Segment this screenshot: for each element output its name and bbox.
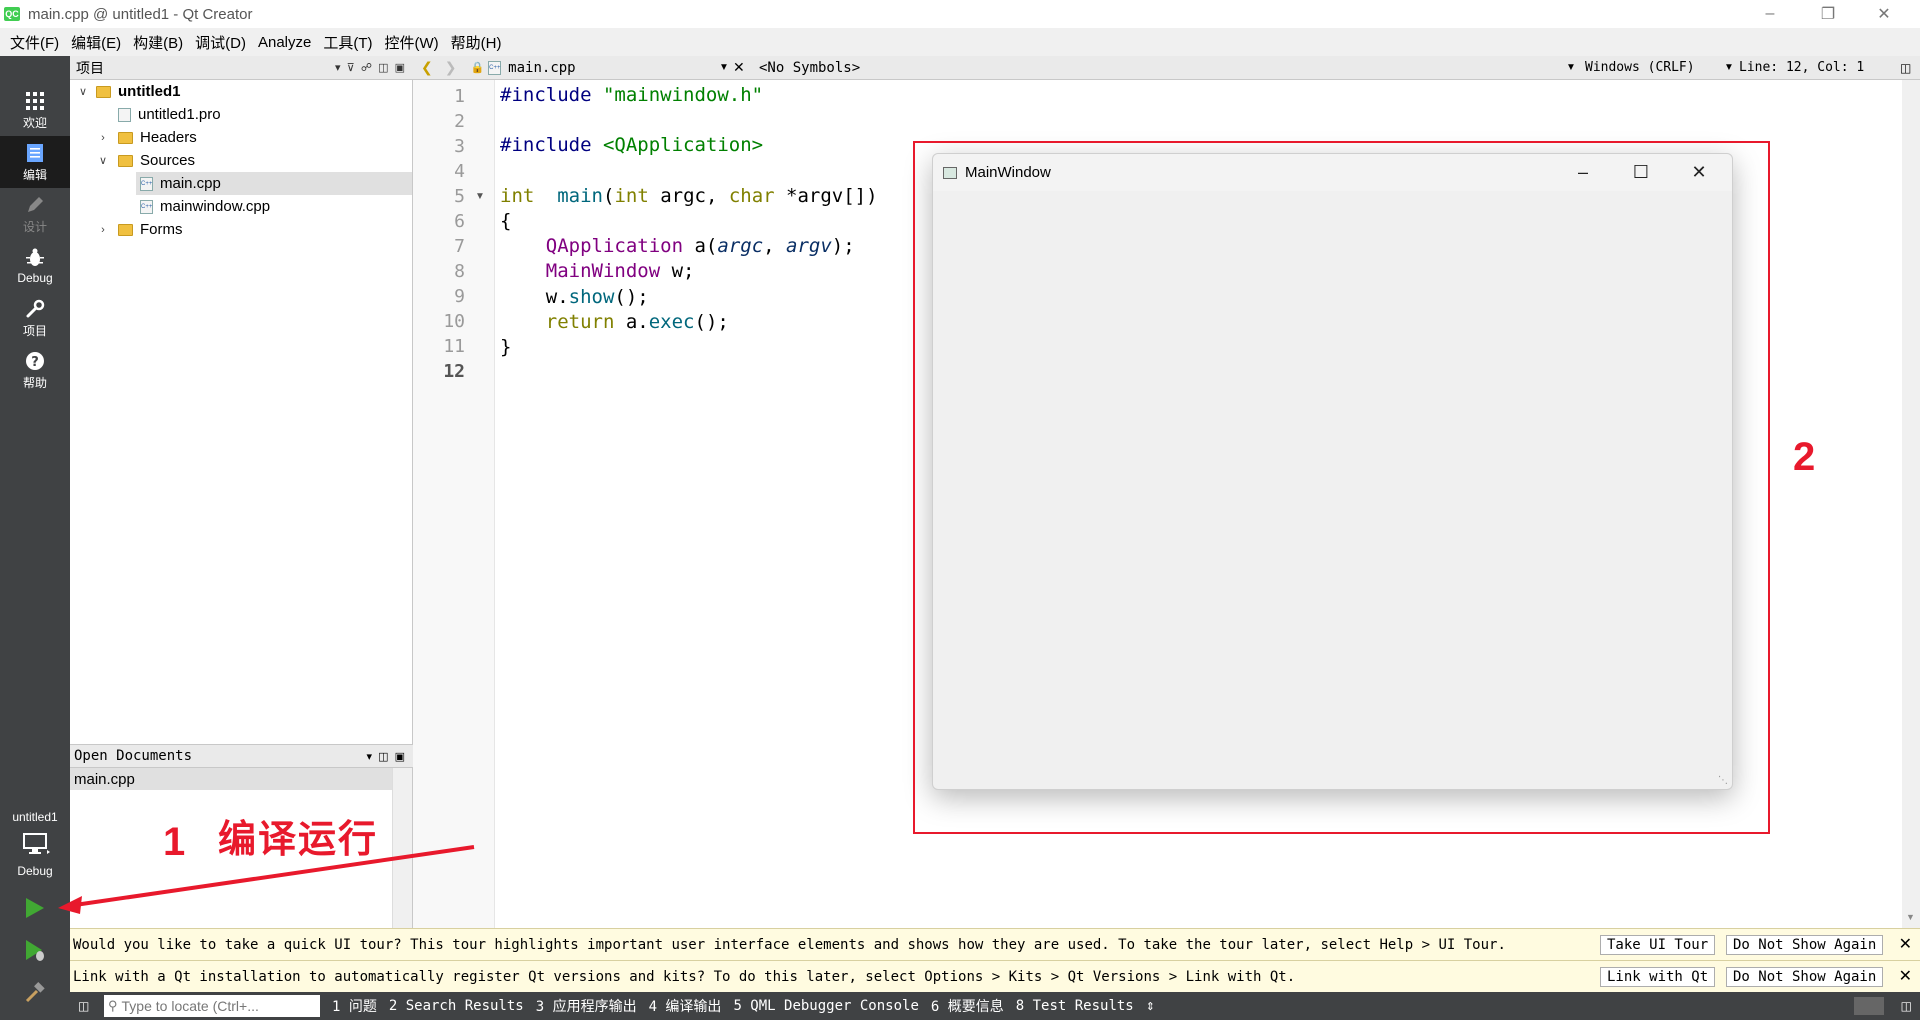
annotation-arrow [58, 845, 475, 914]
link-qt-message: Link with a Qt installation to automatic… [73, 968, 1296, 985]
do-not-show-again-button[interactable]: Do Not Show Again [1726, 935, 1884, 955]
link-with-qt-button[interactable]: Link with Qt [1600, 967, 1716, 987]
do-not-show-again-button[interactable]: Do Not Show Again [1726, 967, 1884, 987]
pane-compile-output[interactable]: 4 编译输出 [649, 996, 722, 1016]
pane-general-messages[interactable]: 6 概要信息 [931, 996, 1004, 1016]
pane-test-results[interactable]: 8 Test Results [1016, 998, 1134, 1014]
take-ui-tour-button[interactable]: Take UI Tour [1600, 935, 1716, 955]
close-info-bar-icon[interactable]: ✕ [1899, 966, 1912, 986]
status-bar: ◫ ⚲ Type to locate (Ctrl+... 1 问题 2 Sear… [70, 992, 1920, 1020]
ui-tour-info-bar: Would you like to take a quick UI tour? … [70, 928, 1920, 960]
link-qt-info-bar: Link with a Qt installation to automatic… [70, 960, 1920, 992]
more-panes-icon[interactable]: ⇕ [1146, 1000, 1155, 1013]
pane-issues[interactable]: 1 问题 [332, 996, 377, 1016]
close-info-bar-icon[interactable]: ✕ [1899, 934, 1912, 954]
pane-search-results[interactable]: 2 Search Results [389, 998, 524, 1014]
pane-qml-debugger[interactable]: 5 QML Debugger Console [733, 998, 918, 1014]
locator-input[interactable]: ⚲ Type to locate (Ctrl+... [104, 995, 320, 1017]
search-icon: ⚲ [108, 998, 118, 1013]
progress-toggle[interactable] [1854, 997, 1884, 1015]
pane-application-output[interactable]: 3 应用程序输出 [536, 996, 637, 1016]
toggle-output-icon[interactable]: ◫ [1901, 999, 1912, 1013]
ui-tour-message: Would you like to take a quick UI tour? … [73, 936, 1506, 953]
toggle-sidebar-icon[interactable]: ◫ [78, 999, 89, 1013]
